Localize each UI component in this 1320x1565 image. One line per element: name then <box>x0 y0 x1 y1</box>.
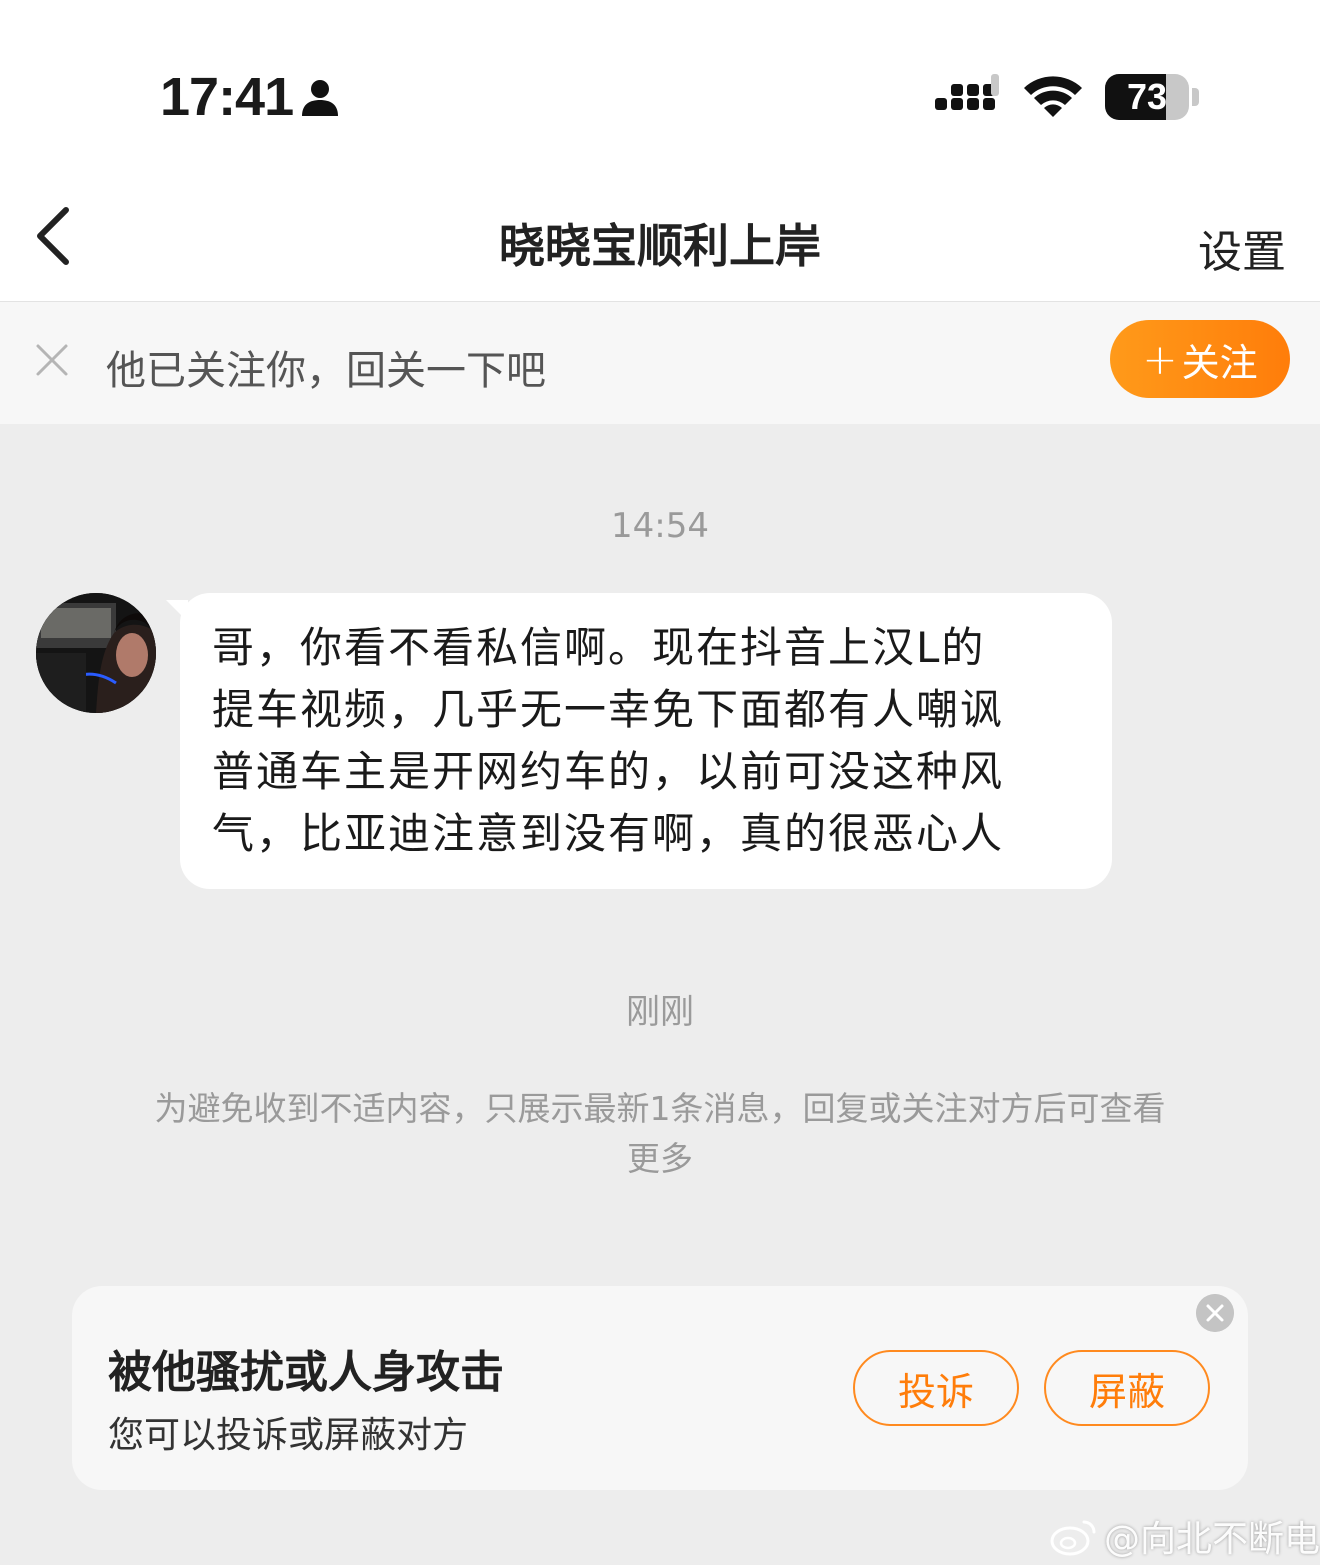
plus-icon: + <box>1142 334 1178 384</box>
settings-button[interactable]: 设置 <box>1198 216 1286 280</box>
watermark-text: @向北不断电 <box>1104 1519 1320 1560</box>
block-button[interactable]: 屏蔽 <box>1044 1350 1210 1426</box>
signal-icon <box>935 74 999 110</box>
status-bar: 17:41 73 <box>0 0 1320 180</box>
notice-line: 为避免收到不适内容，只展示最新1条消息，回复或关注对方后可查看 <box>154 1089 1166 1128</box>
report-card-subtitle: 您可以投诉或屏蔽对方 <box>108 1415 469 1456</box>
report-card-title: 被他骚扰或人身攻击 <box>108 1347 504 1398</box>
message-line: 提车视频，几乎无一幸免下面都有人嘲讽 <box>212 685 1005 734</box>
follow-banner: 他已关注你，回关一下吧 + 关注 <box>0 302 1320 424</box>
watermark: @向北不断电 <box>1050 1510 1320 1562</box>
follow-button-label: 关注 <box>1181 340 1258 385</box>
page-title: 晓晓宝顺利上岸 <box>499 219 821 273</box>
chat-timestamp: 14:54 <box>611 506 709 546</box>
report-card: 被他骚扰或人身攻击 您可以投诉或屏蔽对方 投诉 屏蔽 <box>72 1286 1248 1490</box>
status-time: 17:41 <box>160 67 294 127</box>
system-notice: 为避免收到不适内容，只展示最新1条消息，回复或关注对方后可查看 更多 <box>100 1084 1220 1184</box>
notice-line: 更多 <box>627 1139 693 1178</box>
message-bubble[interactable]: 哥，你看不看私信啊。现在抖音上汉L的 提车视频，几乎无一幸免下面都有人嘲讽 普通… <box>180 593 1112 889</box>
battery-tip <box>1192 88 1199 106</box>
close-icon[interactable] <box>34 342 70 378</box>
person-icon <box>302 80 338 116</box>
follow-button[interactable]: + 关注 <box>1110 320 1290 398</box>
weibo-logo <box>1050 1520 1096 1556</box>
battery-icon: 73 <box>1105 74 1189 120</box>
nav-bar: 晓晓宝顺利上岸 设置 <box>0 180 1320 302</box>
close-circle-icon[interactable] <box>1196 1294 1234 1332</box>
avatar-image <box>36 593 156 713</box>
message-line: 普通车主是开网约车的，以前可没这种风 <box>212 747 1005 796</box>
wifi-icon <box>1024 76 1082 117</box>
avatar[interactable] <box>36 593 156 713</box>
complain-button[interactable]: 投诉 <box>853 1350 1019 1426</box>
follow-banner-text: 他已关注你，回关一下吧 <box>106 348 546 394</box>
battery-level: 73 <box>1126 76 1168 117</box>
message-line: 气，比亚迪注意到没有啊，真的很恶心人 <box>212 809 1005 858</box>
message-line: 哥，你看不看私信啊。现在抖音上汉L的 <box>212 623 986 672</box>
chat-timestamp-recent: 刚刚 <box>626 992 694 1032</box>
